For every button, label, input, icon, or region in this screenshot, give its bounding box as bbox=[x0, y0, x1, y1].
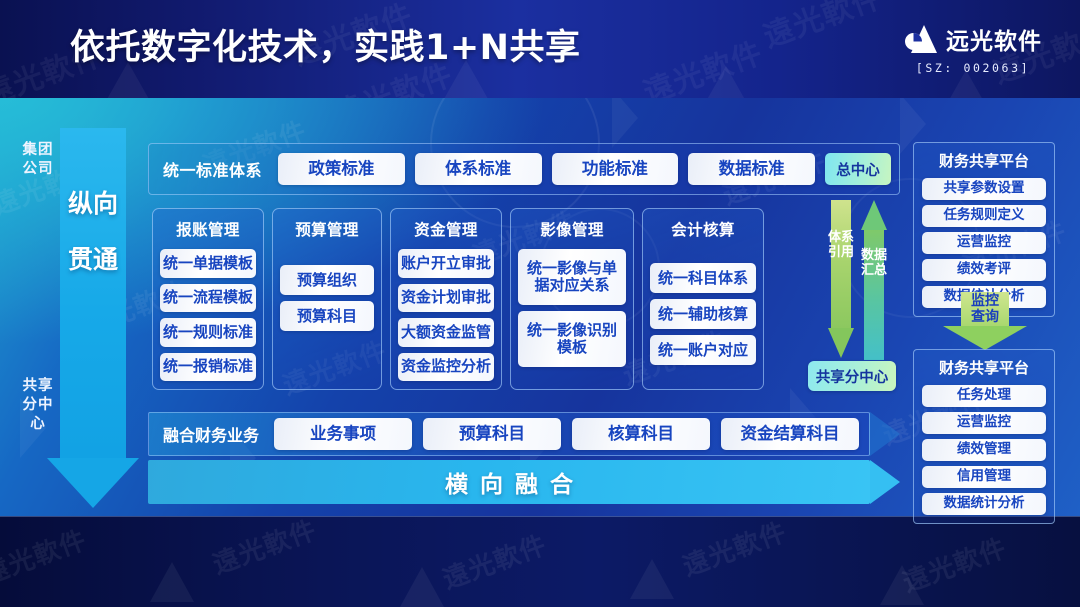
column-budget-management: 预算管理 预算组织 预算科目 bbox=[272, 208, 382, 390]
slide-footer: 遠光軟件 遠光軟件 遠光軟件 遠光軟件 遠光軟件 bbox=[0, 516, 1080, 607]
horizontal-bar-body: 横向融合 bbox=[148, 460, 870, 504]
fusion-item-business[interactable]: 业务事项 bbox=[274, 418, 413, 450]
yuanguang-triangle-logo-icon bbox=[904, 24, 938, 54]
triangle-decor-icon bbox=[150, 562, 194, 602]
monitor-label-line1: 监控 bbox=[971, 293, 999, 309]
horizontal-bar-label: 横向融合 bbox=[445, 472, 585, 498]
finance-shared-platform-panel-top: 财务共享平台 共享参数设置 任务规则定义 运营监控 绩效考评 数据统计分析 bbox=[913, 142, 1055, 317]
left-axis-bottom-label: 共享分中心 bbox=[22, 378, 54, 432]
panel-item[interactable]: 信用管理 bbox=[922, 466, 1046, 488]
fusion-item-settlement[interactable]: 资金结算科目 bbox=[721, 418, 860, 450]
column-title: 预算管理 bbox=[295, 221, 359, 239]
column-item[interactable]: 统一影像与单据对应关系 bbox=[518, 249, 626, 305]
triangle-decor-icon bbox=[630, 559, 674, 599]
standard-item-function[interactable]: 功能标准 bbox=[551, 153, 679, 185]
panel-item[interactable]: 绩效管理 bbox=[922, 439, 1046, 461]
fusion-row-label: 融合财务业务 bbox=[163, 426, 260, 445]
monitor-query-arrow: 监控 查询 bbox=[943, 292, 1027, 350]
standard-item-data[interactable]: 数据标准 bbox=[688, 153, 816, 185]
module-columns: 报账管理 统一单据模板 统一流程模板 统一规则标准 统一报销标准 预算管理 预算… bbox=[152, 208, 812, 390]
column-item[interactable]: 统一影像识别模板 bbox=[518, 311, 626, 367]
fusion-item-budget[interactable]: 预算科目 bbox=[423, 418, 562, 450]
page-title: 依托数字化技术，实践1+N共享 bbox=[70, 28, 581, 68]
watermark-text: 遠光軟件 bbox=[0, 525, 91, 591]
column-item[interactable]: 统一科目体系 bbox=[650, 263, 756, 293]
fusion-row-body: 融合财务业务 业务事项 预算科目 核算科目 资金结算科目 bbox=[148, 412, 870, 456]
panel-item[interactable]: 任务处理 bbox=[922, 385, 1046, 407]
panel-item[interactable]: 绩效考评 bbox=[922, 259, 1046, 281]
column-spacer bbox=[280, 249, 374, 259]
chevron-decor-icon bbox=[612, 98, 638, 148]
header-bar: 遠光軟件 遠光軟件 遠光軟件 遠光軟件 遠光軟件 遠光軟件 依托数字化技术，实践… bbox=[0, 0, 1080, 98]
column-item[interactable]: 预算科目 bbox=[280, 301, 374, 331]
system-reference-arrow-down: 体系引用 bbox=[828, 200, 854, 360]
panel-item[interactable]: 共享参数设置 bbox=[922, 178, 1046, 200]
data-aggregation-arrow-up: 数据汇总 bbox=[861, 200, 887, 360]
arrow-head-icon bbox=[47, 458, 139, 508]
brand-logo: 远光软件 [SZ: 002063] bbox=[904, 22, 1042, 75]
horizontal-fusion-bar: 横向融合 bbox=[148, 460, 900, 504]
vertical-arrow-label: 纵向贯通 bbox=[67, 189, 118, 274]
column-title: 会计核算 bbox=[671, 221, 735, 239]
column-item[interactable]: 统一报销标准 bbox=[160, 352, 256, 381]
column-expense-management: 报账管理 统一单据模板 统一流程模板 统一规则标准 统一报销标准 bbox=[152, 208, 264, 390]
shared-sub-center-badge[interactable]: 共享分中心 bbox=[808, 361, 896, 391]
watermark-text: 遠光軟件 bbox=[208, 516, 321, 581]
standards-bar-label: 统一标准体系 bbox=[163, 161, 263, 180]
stock-code: [SZ: 002063] bbox=[915, 61, 1031, 75]
column-fund-management: 资金管理 账户开立审批 资金计划审批 大额资金监管 资金监控分析 bbox=[390, 208, 502, 390]
watermark-text: 遠光軟件 bbox=[898, 533, 1011, 599]
column-title: 资金管理 bbox=[414, 221, 478, 239]
triangle-decor-icon bbox=[700, 66, 752, 98]
arrow-head-icon bbox=[943, 326, 1027, 350]
monitor-label-line2: 查询 bbox=[971, 309, 999, 325]
watermark-text: 遠光軟件 bbox=[438, 530, 551, 596]
triangle-decor-icon bbox=[880, 565, 924, 605]
left-axis-top-label: 集团公司 bbox=[22, 142, 54, 177]
panel-item[interactable]: 运营监控 bbox=[922, 412, 1046, 434]
arrow-shaft bbox=[831, 200, 851, 328]
column-title: 报账管理 bbox=[176, 221, 240, 239]
arrow-head-icon bbox=[870, 412, 900, 456]
panel-item[interactable]: 任务规则定义 bbox=[922, 205, 1046, 227]
standard-item-policy[interactable]: 政策标准 bbox=[278, 153, 405, 185]
column-item[interactable]: 统一流程模板 bbox=[160, 283, 256, 312]
column-image-management: 影像管理 统一影像与单据对应关系 统一影像识别模板 bbox=[510, 208, 634, 390]
fusion-item-accounting[interactable]: 核算科目 bbox=[572, 418, 711, 450]
panel-title: 财务共享平台 bbox=[938, 152, 1029, 170]
standard-item-system[interactable]: 体系标准 bbox=[414, 153, 542, 185]
column-spacer bbox=[650, 249, 756, 257]
column-item[interactable]: 统一账户对应 bbox=[650, 335, 756, 365]
watermark-text: 遠光軟件 bbox=[758, 0, 888, 55]
slide-root: 遠光軟件 遠光軟件 遠光軟件 遠光軟件 遠光軟件 遠光軟件 依托数字化技术，实践… bbox=[0, 0, 1080, 607]
main-center-badge[interactable]: 总中心 bbox=[825, 153, 892, 185]
arrow-label: 体系引用 bbox=[828, 230, 855, 260]
triangle-decor-icon bbox=[400, 567, 444, 607]
column-item[interactable]: 预算组织 bbox=[280, 265, 374, 295]
vertical-integration-arrow: 纵向贯通 bbox=[47, 128, 139, 508]
fusion-business-row: 融合财务业务 业务事项 预算科目 核算科目 资金结算科目 bbox=[148, 412, 900, 456]
column-item[interactable]: 资金计划审批 bbox=[398, 283, 494, 312]
exchange-arrows-group: 体系引用 数据汇总 bbox=[828, 200, 890, 360]
column-item[interactable]: 统一单据模板 bbox=[160, 249, 256, 278]
panel-title: 财务共享平台 bbox=[938, 359, 1029, 377]
monitor-arrow-label: 监控 查询 bbox=[943, 293, 1027, 325]
arrow-head-icon bbox=[828, 328, 854, 358]
watermark-text: 遠光軟件 bbox=[678, 517, 791, 583]
finance-shared-platform-panel-bottom: 财务共享平台 任务处理 运营监控 绩效管理 信用管理 数据统计分析 bbox=[913, 349, 1055, 524]
column-item[interactable]: 统一规则标准 bbox=[160, 318, 256, 347]
arrow-head-icon bbox=[870, 460, 900, 504]
column-item[interactable]: 大额资金监管 bbox=[398, 318, 494, 347]
arrow-head-icon bbox=[861, 200, 887, 230]
column-item[interactable]: 统一辅助核算 bbox=[650, 299, 756, 329]
column-item[interactable]: 资金监控分析 bbox=[398, 352, 494, 381]
column-item[interactable]: 账户开立审批 bbox=[398, 249, 494, 278]
panel-item[interactable]: 运营监控 bbox=[922, 232, 1046, 254]
arrow-label: 数据汇总 bbox=[861, 248, 888, 278]
brand-name: 远光软件 bbox=[946, 29, 1042, 55]
column-accounting: 会计核算 统一科目体系 统一辅助核算 统一账户对应 bbox=[642, 208, 764, 390]
standards-bar: 统一标准体系 政策标准 体系标准 功能标准 数据标准 总中心 bbox=[148, 143, 900, 195]
panel-item[interactable]: 数据统计分析 bbox=[922, 493, 1046, 515]
column-title: 影像管理 bbox=[540, 221, 604, 239]
